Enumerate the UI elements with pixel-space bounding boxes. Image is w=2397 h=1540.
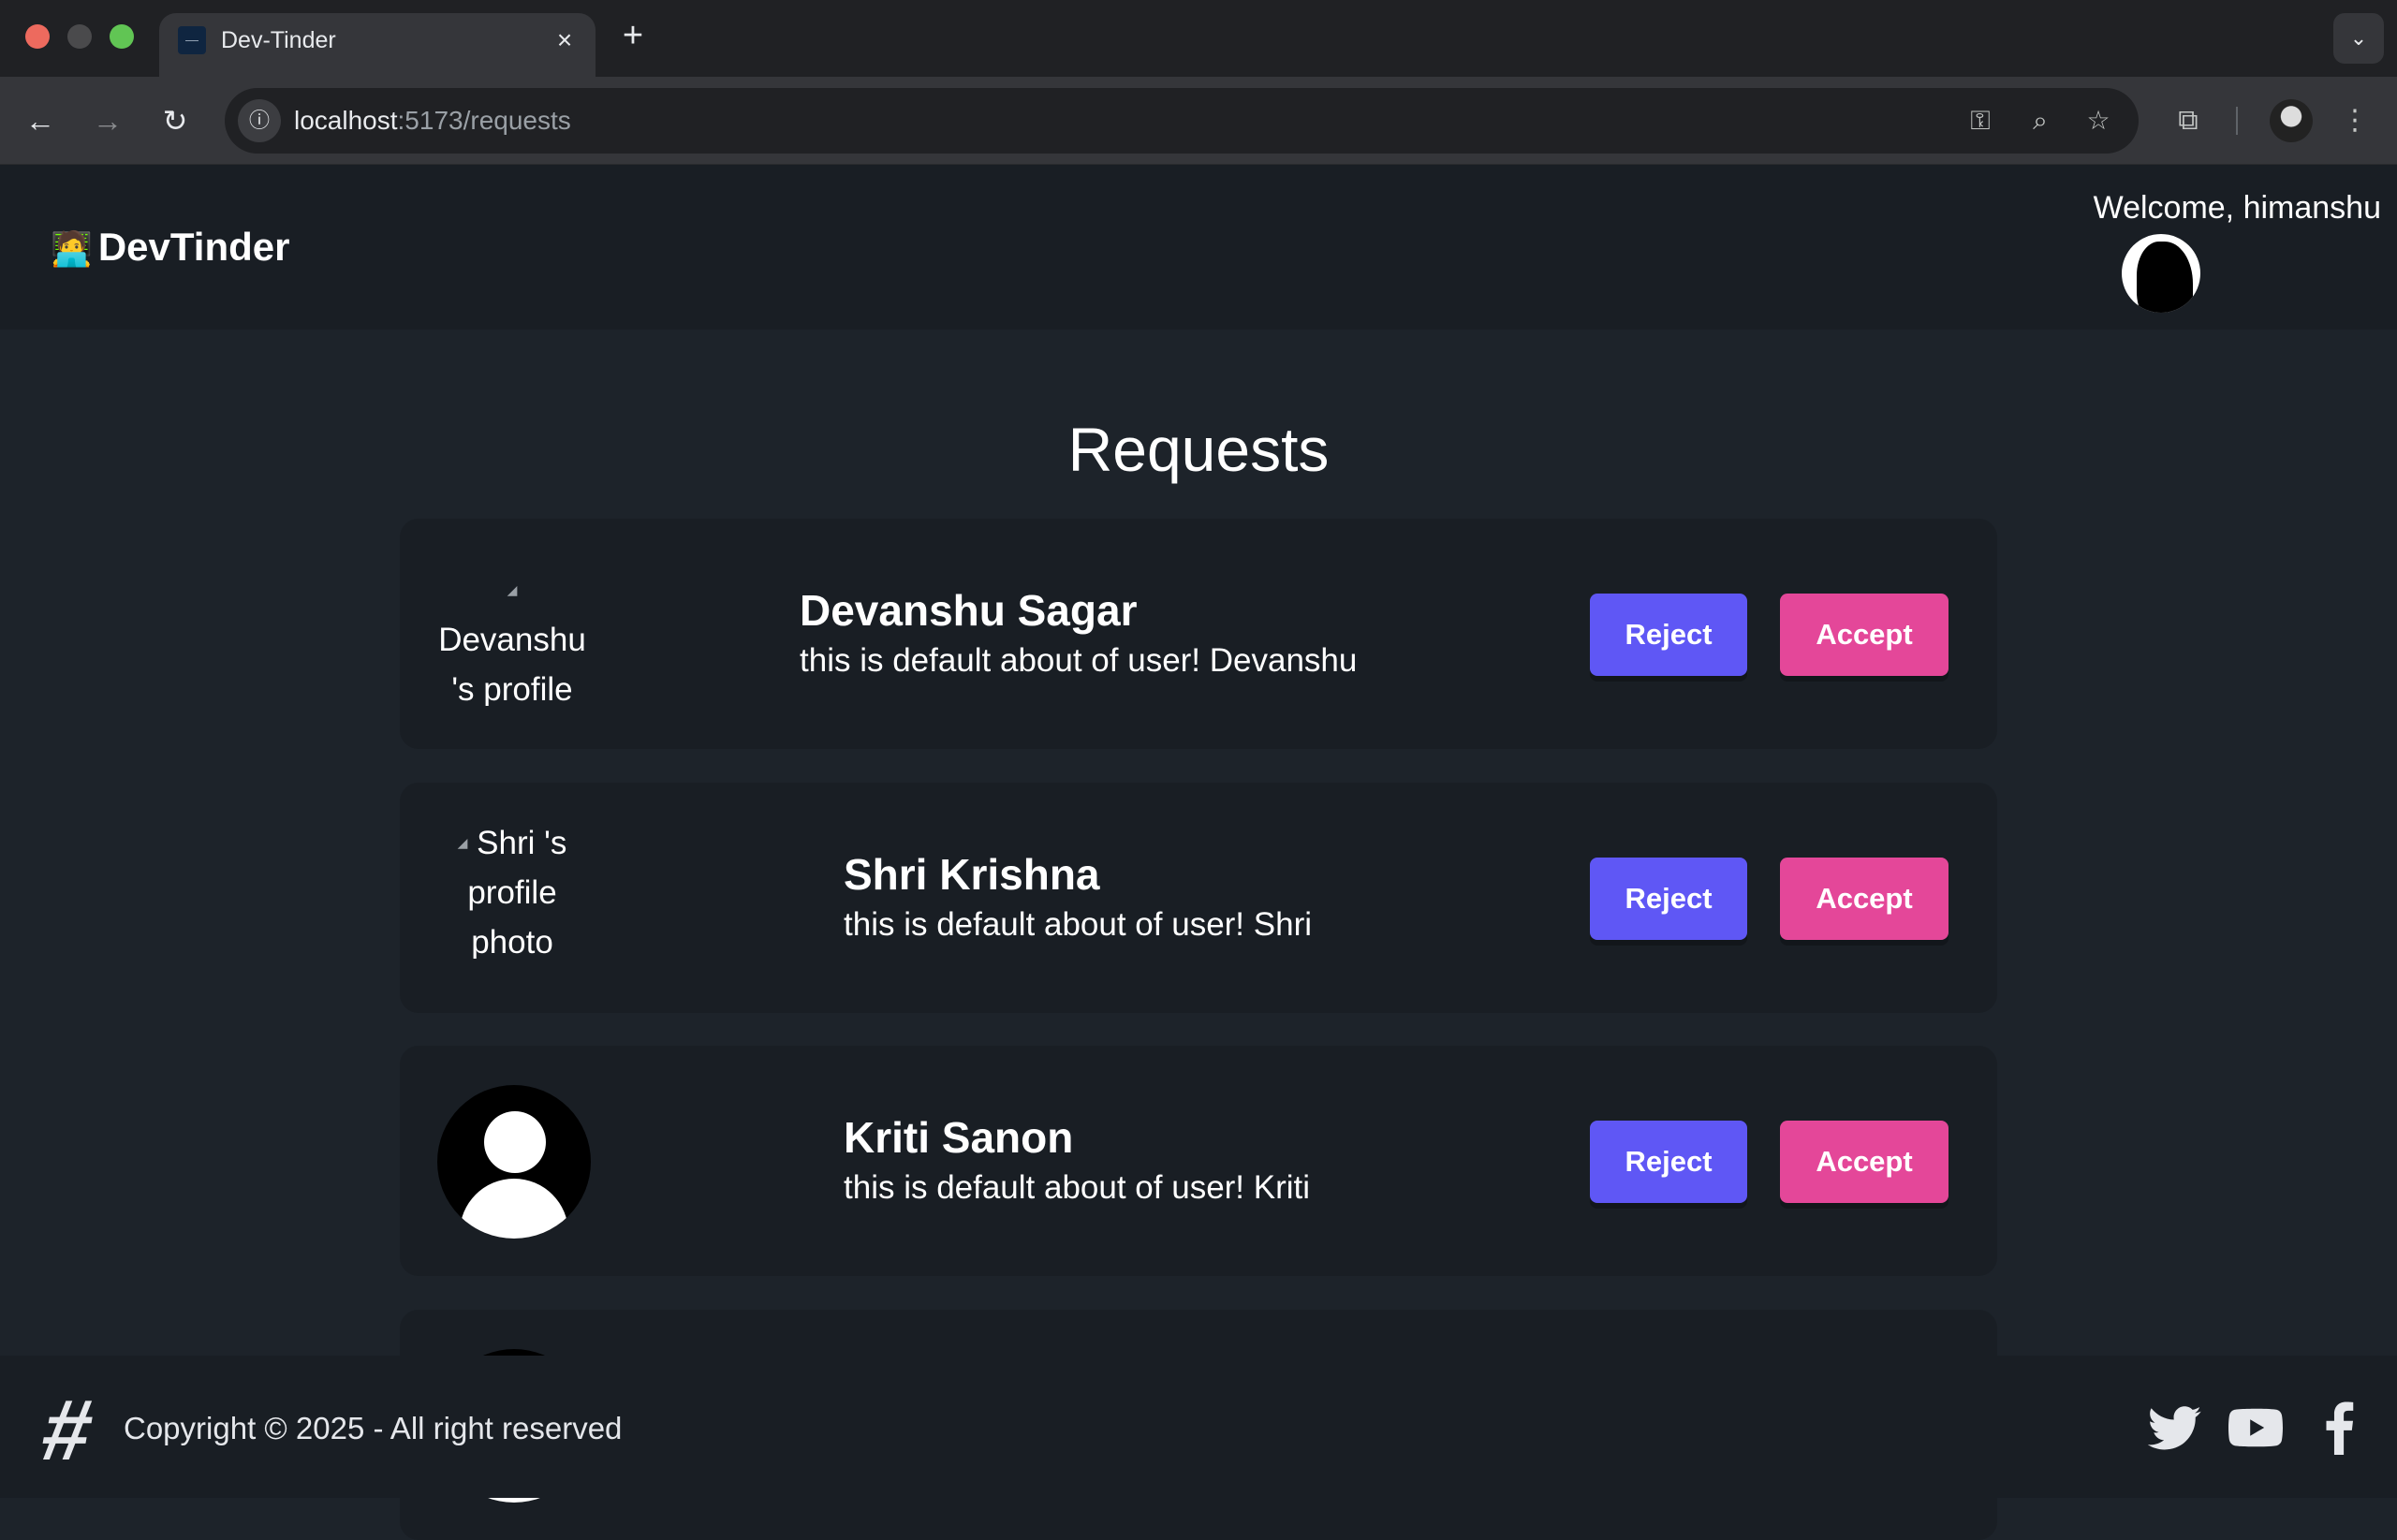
default-avatar-icon [437,1085,591,1239]
bookmark-star-icon[interactable]: ☆ [2079,101,2118,140]
request-card: ◢ Shri 's profile photo Shri Krishna thi… [400,783,1997,1013]
forward-arrow-icon[interactable]: → [84,97,131,144]
toolbar-divider [2236,107,2238,135]
profile-photo-alt: Shri 's profile photo [467,825,567,959]
browser-toolbar: ← → ↻ ⓘ localhost:5173/requests ⚿ ⌕ ☆ ⧉ … [0,77,2397,165]
broken-profile-photo: ◢ Shri 's profile photo [437,818,587,959]
user-avatar[interactable] [2122,234,2200,313]
copyright-text: Copyright © 2025 - All right reserved [124,1411,623,1445]
new-tab-button[interactable]: + [614,17,652,54]
broken-profile-photo: ◢ Devanshu 's profile photo [437,565,587,706]
youtube-icon[interactable] [2228,1401,2283,1455]
hash-logo-icon: # [35,1383,100,1478]
request-about: this is default about of user! Devanshu [800,642,1358,679]
avatar-head [484,1111,546,1173]
reject-button[interactable]: Reject [1590,594,1747,676]
browser-profile-avatar[interactable] [2270,99,2313,142]
brand-logo[interactable]: 🧑‍💻 DevTinder [51,223,289,273]
url-text[interactable]: localhost:5173/requests [294,107,571,135]
accept-button[interactable]: Accept [1780,1121,1948,1203]
tab-search-button[interactable]: ⌄ [2333,13,2384,64]
broken-image-icon: ◢ [507,582,518,597]
site-info-icon[interactable]: ⓘ [238,99,281,142]
avatar-body [460,1179,568,1239]
zoom-icon[interactable]: ⌕ [2021,101,2060,140]
request-card: Kriti Sanon this is default about of use… [400,1046,1997,1276]
request-name: Kriti Sanon [844,1113,1074,1162]
request-card: ◢ Devanshu 's profile photo Devanshu Saga… [400,519,1997,749]
request-about: this is default about of user! Kriti [844,1169,1311,1206]
tab-title: Dev-Tinder [221,27,336,53]
request-name: Shri Krishna [844,850,1100,899]
twitter-icon[interactable] [2148,1401,2202,1455]
window-close-button[interactable] [25,24,50,49]
request-name: Devanshu Sagar [800,586,1138,635]
page-title: Requests [1067,415,1330,484]
reject-button[interactable]: Reject [1590,858,1747,940]
accept-button[interactable]: Accept [1780,594,1948,676]
broken-image-icon: ◢ [457,835,468,850]
avatar-silhouette [2137,242,2193,313]
welcome-text: Welcome, himanshu [2093,190,2381,226]
request-about: this is default about of user! Shri [844,906,1312,943]
window-minimize-button[interactable] [67,24,92,49]
url-host: localhost [294,106,398,135]
reject-button[interactable]: Reject [1590,1121,1747,1203]
brand-emoji-icon: 🧑‍💻 [51,229,93,268]
footer: # Copyright © 2025 - All right reserved [0,1356,2397,1498]
brand-name: DevTinder [97,225,290,269]
window-maximize-button[interactable] [110,24,134,49]
facebook-icon[interactable] [2313,1401,2367,1455]
browser-tab-bar: — Dev-Tinder × + ⌄ [0,0,2397,77]
accept-button[interactable]: Accept [1780,858,1948,940]
password-key-icon[interactable]: ⚿ [1961,101,2000,140]
address-bar[interactable]: ⓘ localhost:5173/requests ⚿ ⌕ ☆ [225,88,2139,154]
browser-tab[interactable]: — Dev-Tinder × [159,13,596,77]
profile-photo-alt: Devanshu 's profile photo [438,622,586,706]
app-navbar: 🧑‍💻 DevTinder Welcome, himanshu [0,165,2397,330]
reload-icon[interactable]: ↻ [152,97,199,144]
extensions-puzzle-icon[interactable]: ⧉ [2167,99,2210,142]
browser-menu-icon[interactable]: ⋮ [2333,99,2376,142]
url-path: :5173/requests [397,106,571,135]
tab-favicon-icon: — [178,26,206,54]
tab-close-icon[interactable]: × [549,24,581,56]
back-arrow-icon[interactable]: ← [17,97,64,144]
